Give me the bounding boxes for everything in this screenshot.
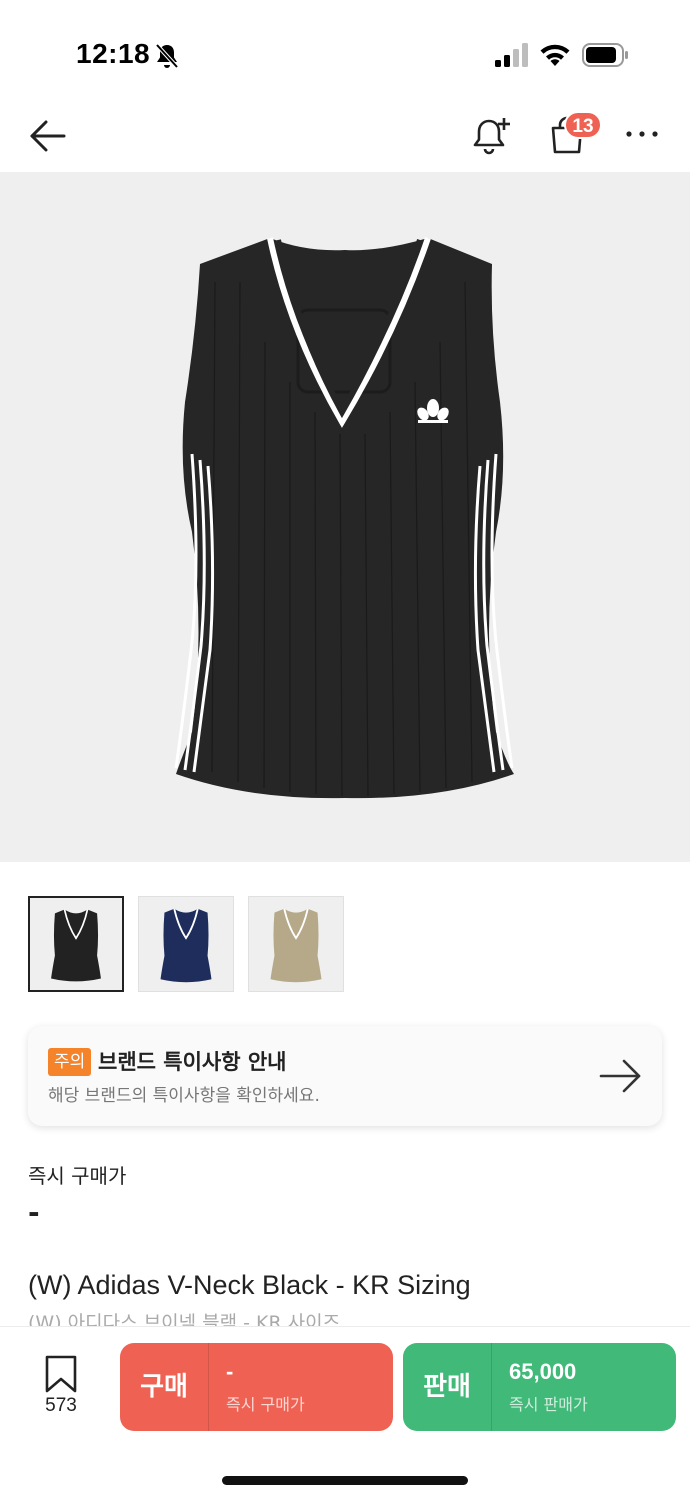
thumbnail-navy-image [160,908,212,983]
buy-price: - [226,1359,234,1384]
arrow-right-icon [599,1059,641,1093]
thumbnail-beige-image [270,908,322,983]
buy-button[interactable]: 구매 - 즉시 구매가 [120,1343,393,1431]
thumbnail-black-image [51,909,101,982]
arrow-left-icon[interactable] [26,114,70,158]
status-time: 12:18 [76,38,151,69]
sell-price-label: 즉시 판매가 [509,1395,588,1414]
instant-buy-price-value: - [28,1196,40,1229]
notice-subtitle: 해당 브랜드의 특이사항을 확인하세요. [48,1086,320,1106]
buy-label: 구매 [140,1372,188,1402]
thumbnail-navy[interactable] [138,896,234,992]
product-main-image[interactable] [0,172,690,862]
wifi-icon [540,44,570,66]
battery-icon [582,43,628,67]
bell-plus-icon[interactable] [468,112,514,158]
instant-buy-price-label: 즉시 구매가 [28,1164,127,1188]
thumbnail-beige[interactable] [248,896,344,992]
product-name-en: (W) Adidas V-Neck Black - KR Sizing [28,1270,471,1300]
sell-label: 판매 [423,1372,471,1402]
bottom-action-bar: 573 구매 - 즉시 구매가 판매 65,000 즉시 판매가 [0,1326,690,1500]
signal-icon [495,43,528,67]
warning-tag: 주의 [48,1048,92,1076]
tank-top-illustration [174,237,514,799]
bell-muted-icon [155,43,179,69]
product-name-ko: (W) 아디다스 브이넥 블랙 - KR 사이즈 [28,1312,341,1326]
buy-divider [208,1343,209,1431]
sell-price: 65,000 [509,1359,577,1384]
sell-button[interactable]: 판매 65,000 즉시 판매가 [403,1343,676,1431]
thumbnail-black[interactable] [28,896,124,992]
brand-notice-card[interactable]: 주의 브랜드 특이사항 안내 해당 브랜드의 특이사항을 확인하세요. [28,1026,662,1126]
sell-divider [491,1343,492,1431]
home-indicator [222,1476,468,1485]
bookmark-icon [45,1355,77,1393]
wishlist-count: 573 [45,1395,77,1416]
more-horizontal-icon[interactable] [620,122,664,146]
cart-count-badge: 13 [564,111,602,139]
wishlist-button[interactable]: 573 [30,1355,92,1419]
notice-title: 브랜드 특이사항 안내 [98,1050,287,1074]
buy-price-label: 즉시 구매가 [226,1395,305,1414]
status-bar: 12:18 [0,0,690,100]
